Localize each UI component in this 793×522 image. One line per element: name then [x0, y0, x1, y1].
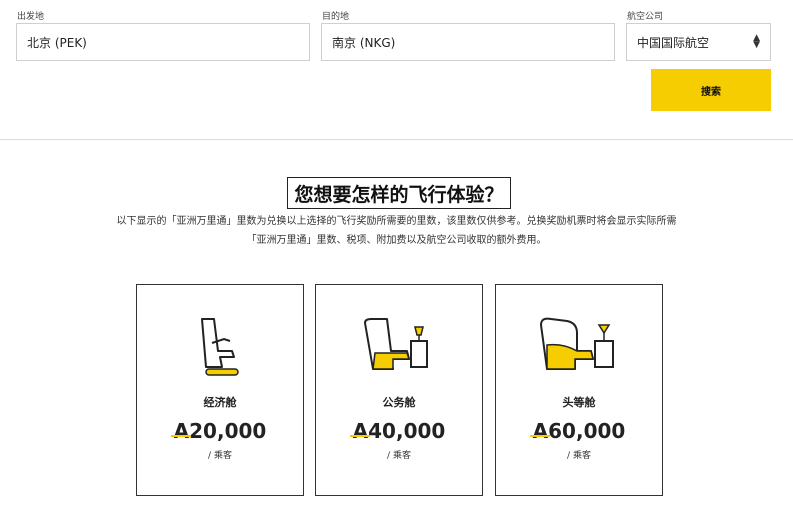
- destination-label: 目的地: [322, 12, 350, 22]
- origin-label: 出发地: [17, 12, 45, 22]
- section-divider: [0, 139, 793, 140]
- cabin-card-first[interactable]: 头等舱 A 60,000 / 乘客: [495, 284, 663, 496]
- per-passenger: / 乘客: [208, 451, 232, 461]
- cabin-name: 经济舱: [203, 396, 237, 409]
- intro-line-2: 「亚洲万里通」里数、税项、附加费以及航空公司收取的额外费用。: [246, 235, 547, 246]
- asia-miles-currency-icon: A: [529, 419, 551, 443]
- search-button-label: 搜索: [701, 86, 721, 98]
- asia-miles-currency-icon: A: [349, 419, 371, 443]
- cabin-name: 公务舱: [382, 396, 416, 409]
- first-seat-icon: [540, 317, 614, 370]
- cabin-card-economy[interactable]: 经济舱 A 20,000 / 乘客: [136, 284, 304, 496]
- intro-line-1: 以下显示的「亚洲万里通」里数为兑换以上选择的飞行奖励所需要的里数，该里数仅供参考…: [116, 216, 677, 227]
- origin-value: 北京 (PEK): [27, 35, 87, 50]
- airline-value: 中国国际航空: [637, 35, 710, 50]
- per-passenger: / 乘客: [567, 451, 591, 461]
- cabin-miles: A 20,000: [137, 419, 303, 443]
- experience-intro: 以下显示的「亚洲万里通」里数为兑换以上选择的飞行奖励所需要的里数，该里数仅供参考…: [60, 212, 733, 250]
- experience-heading: 您想要怎样的飞行体验？: [287, 177, 511, 209]
- cabin-miles-value: 60,000: [548, 419, 626, 443]
- cabin-card-business[interactable]: 公务舱 A 40,000 / 乘客: [315, 284, 483, 496]
- airline-label: 航空公司: [627, 12, 664, 22]
- airline-select[interactable]: 中国国际航空 ▲ ▼: [626, 23, 771, 61]
- economy-seat-icon: [201, 318, 239, 376]
- cabin-miles-value: 20,000: [189, 419, 267, 443]
- cabin-miles: A 40,000: [316, 419, 482, 443]
- sort-arrows-icon: ▲ ▼: [753, 33, 760, 50]
- cabin-name: 头等舱: [562, 396, 596, 409]
- origin-field[interactable]: 北京 (PEK): [16, 23, 310, 61]
- business-seat-icon: [364, 318, 428, 370]
- experience-heading-text: 您想要怎样的飞行体验？: [294, 183, 504, 206]
- cabin-miles-value: 40,000: [368, 419, 446, 443]
- destination-value: 南京 (NKG): [332, 35, 396, 50]
- search-button[interactable]: 搜索: [651, 69, 771, 111]
- per-passenger: / 乘客: [387, 451, 411, 461]
- asia-miles-currency-icon: A: [170, 419, 192, 443]
- destination-field[interactable]: 南京 (NKG): [321, 23, 615, 61]
- cabin-miles: A 60,000: [496, 419, 662, 443]
